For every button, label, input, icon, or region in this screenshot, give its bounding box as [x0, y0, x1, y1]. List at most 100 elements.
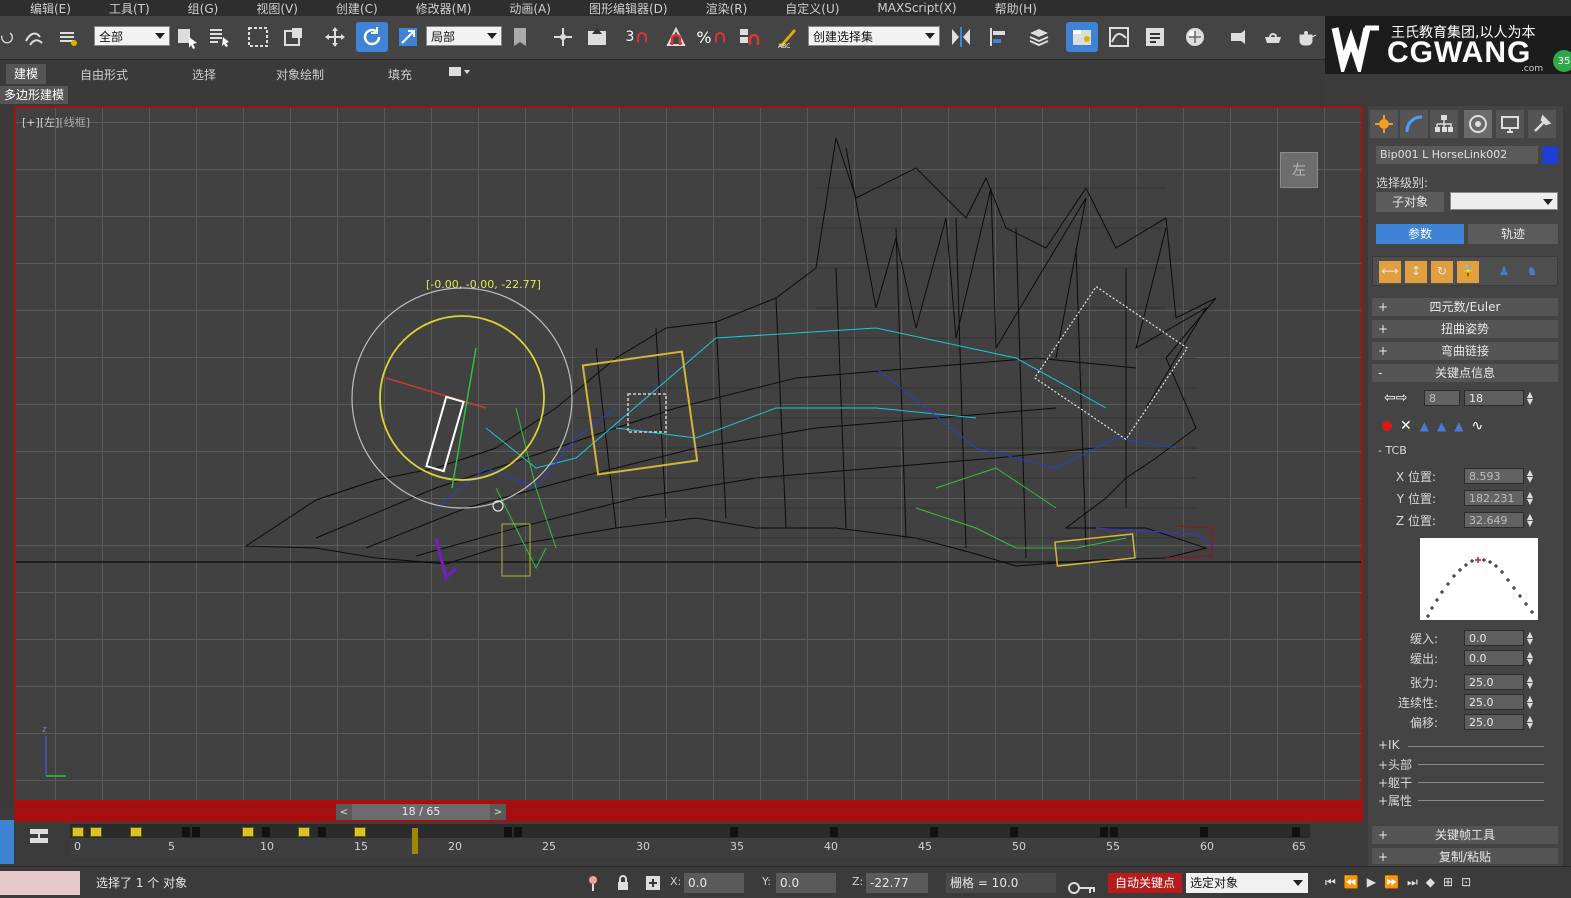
z-position-field[interactable]: 32.649 ▲ ▼ — [1464, 512, 1533, 528]
link-icon[interactable] — [20, 22, 48, 52]
window-crossing-icon[interactable] — [280, 22, 308, 52]
track-key[interactable] — [514, 827, 522, 837]
menu-group[interactable]: 组(G) — [188, 0, 219, 17]
selection-filter-dropdown[interactable]: 全部 — [94, 26, 170, 46]
track-bar[interactable]: 0 5 10 15 20 25 30 35 40 45 50 55 60 65 — [70, 822, 1310, 858]
move-icon[interactable] — [320, 22, 350, 52]
edit-named-selection-icon[interactable]: ABC — [774, 22, 802, 52]
menu-view[interactable]: 视图(V) — [256, 0, 298, 17]
notification-badge[interactable]: 35 — [1553, 50, 1571, 72]
keyboard-shortcut-icon[interactable] — [582, 22, 612, 52]
schematic-view-icon[interactable] — [1140, 22, 1170, 52]
mini-curve-toggle[interactable] — [0, 820, 14, 864]
track-keys-strip[interactable] — [70, 824, 1310, 838]
selection-lock-icon[interactable] — [616, 874, 630, 895]
tab-utilities-icon[interactable] — [1528, 110, 1556, 138]
curve-editor-icon[interactable] — [1104, 22, 1134, 52]
tab-object-paint[interactable]: 对象绘制 — [276, 66, 324, 83]
opposite-icon[interactable]: ♞ — [1521, 261, 1543, 283]
key-number-field[interactable]: 8 — [1424, 390, 1460, 406]
tension-field[interactable]: 25.0 ▲ ▼ — [1464, 674, 1533, 690]
y-coord-field[interactable]: 0.0 — [776, 873, 836, 893]
tab-hierarchy-icon[interactable] — [1430, 110, 1458, 138]
tab-populate[interactable]: 填充 — [388, 66, 412, 83]
align-icon[interactable] — [984, 22, 1014, 52]
track-key[interactable] — [1010, 827, 1018, 837]
track-key[interactable] — [130, 827, 142, 837]
select-object-icon[interactable] — [174, 22, 200, 52]
menu-maxscript[interactable]: MAXScript(X) — [877, 1, 956, 15]
select-by-name-icon[interactable] — [206, 22, 232, 52]
curve-icon[interactable]: ∿ — [1471, 418, 1483, 434]
render-setup-icon[interactable] — [1224, 22, 1254, 52]
menu-create[interactable]: 创建(C) — [336, 0, 378, 17]
z-coord-field[interactable]: -22.77 — [866, 873, 928, 893]
tab-selection[interactable]: 选择 — [192, 66, 216, 83]
rollout-twist-poses[interactable]: + 扭曲姿势 — [1372, 320, 1558, 338]
track-key[interactable] — [1110, 827, 1118, 837]
selection-set-dropdown[interactable]: 选定对象 — [1186, 873, 1308, 893]
tab-parameters[interactable]: 参数 — [1376, 224, 1464, 244]
object-name-field[interactable]: Bip001 L HorseLink002 — [1376, 146, 1538, 164]
rollout-key-info[interactable]: - 关键点信息 — [1372, 364, 1558, 382]
next-frame-icon[interactable]: ⏩ — [1384, 875, 1399, 889]
material-editor-icon[interactable] — [1180, 22, 1210, 52]
track-key[interactable] — [192, 827, 200, 837]
snap-3d-icon[interactable]: 3 — [622, 22, 654, 52]
x-coord-field[interactable]: 0.0 — [684, 873, 744, 893]
track-key[interactable] — [90, 827, 102, 837]
tab-modify-icon[interactable] — [1400, 110, 1428, 138]
tab-trajectories[interactable]: 轨迹 — [1468, 224, 1558, 244]
rect-selection-icon[interactable] — [244, 22, 272, 52]
object-color-swatch[interactable] — [1542, 146, 1558, 164]
angle-snap-icon[interactable] — [660, 22, 692, 52]
menu-tools[interactable]: 工具(T) — [109, 0, 150, 17]
key-frame-field[interactable]: 18 ▲ ▼ — [1464, 390, 1533, 406]
set-key-icon[interactable] — [1382, 421, 1392, 431]
continuity-field[interactable]: 25.0 ▲ ▼ — [1464, 694, 1533, 710]
field-of-view-icon[interactable]: ⊡ — [1461, 875, 1471, 889]
body-vertical-icon[interactable]: ↕ — [1405, 261, 1427, 283]
ease-in-field[interactable]: 0.0 ▲ ▼ — [1464, 630, 1533, 646]
spinner-snap-icon[interactable] — [732, 22, 764, 52]
track-key[interactable] — [262, 827, 270, 837]
unlink-icon[interactable] — [54, 22, 82, 52]
command-panel-scrollbar[interactable] — [1563, 106, 1571, 866]
track-key[interactable] — [1100, 827, 1108, 837]
tab-create-icon[interactable] — [1370, 110, 1398, 138]
pivot-center-icon[interactable] — [506, 22, 534, 52]
lock-cop-icon[interactable]: 🔒 — [1457, 261, 1479, 283]
named-selection-dropdown[interactable]: 创建选择集 — [808, 26, 940, 46]
scale-icon[interactable] — [394, 22, 422, 52]
sub-rollout-body[interactable]: +躯干 — [1378, 774, 1550, 790]
play-icon[interactable]: ▶ — [1367, 875, 1376, 889]
viewport-left[interactable]: [+][左][线框] [-0.00, -0.00, -22.77] 左 z — [14, 106, 1363, 802]
menu-edit[interactable]: 编辑(E) — [30, 0, 71, 17]
set-free-key-icon[interactable]: ▲ — [1454, 419, 1463, 433]
ease-out-field[interactable]: 0.0 ▲ ▼ — [1464, 650, 1533, 666]
track-key[interactable] — [504, 827, 512, 837]
sub-tab-poly-modeling[interactable]: 多边形建模 — [0, 86, 69, 104]
key-icon[interactable] — [1068, 881, 1096, 898]
track-key[interactable] — [318, 827, 326, 837]
isolate-icon[interactable] — [586, 874, 600, 895]
reference-coord-dropdown[interactable]: 局部 — [426, 26, 502, 46]
mirror-icon[interactable] — [946, 22, 976, 52]
auto-key-button[interactable]: 自动关键点 — [1108, 873, 1182, 893]
track-key[interactable] — [354, 827, 366, 837]
rollout-bend-links[interactable]: + 弯曲链接 — [1372, 342, 1558, 360]
time-next-button[interactable]: > — [490, 804, 506, 820]
go-to-end-icon[interactable]: ⏭ — [1407, 875, 1418, 890]
tab-display-icon[interactable] — [1496, 110, 1524, 138]
sub-rollout-props[interactable]: +属性 — [1378, 792, 1550, 808]
tab-freeform[interactable]: 自由形式 — [80, 66, 128, 83]
menu-animation[interactable]: 动画(A) — [509, 0, 551, 17]
menu-render[interactable]: 渲染(R) — [706, 0, 748, 17]
body-rotation-icon[interactable]: ↻ — [1431, 261, 1453, 283]
menu-graph-editors[interactable]: 图形编辑器(D) — [589, 0, 668, 17]
track-key[interactable] — [830, 827, 838, 837]
previous-frame-icon[interactable]: ⏪ — [1344, 875, 1359, 889]
track-key[interactable] — [730, 827, 738, 837]
key-mode-icon[interactable]: ◆ — [1426, 875, 1435, 889]
sub-rollout-head[interactable]: +头部 — [1378, 756, 1550, 772]
